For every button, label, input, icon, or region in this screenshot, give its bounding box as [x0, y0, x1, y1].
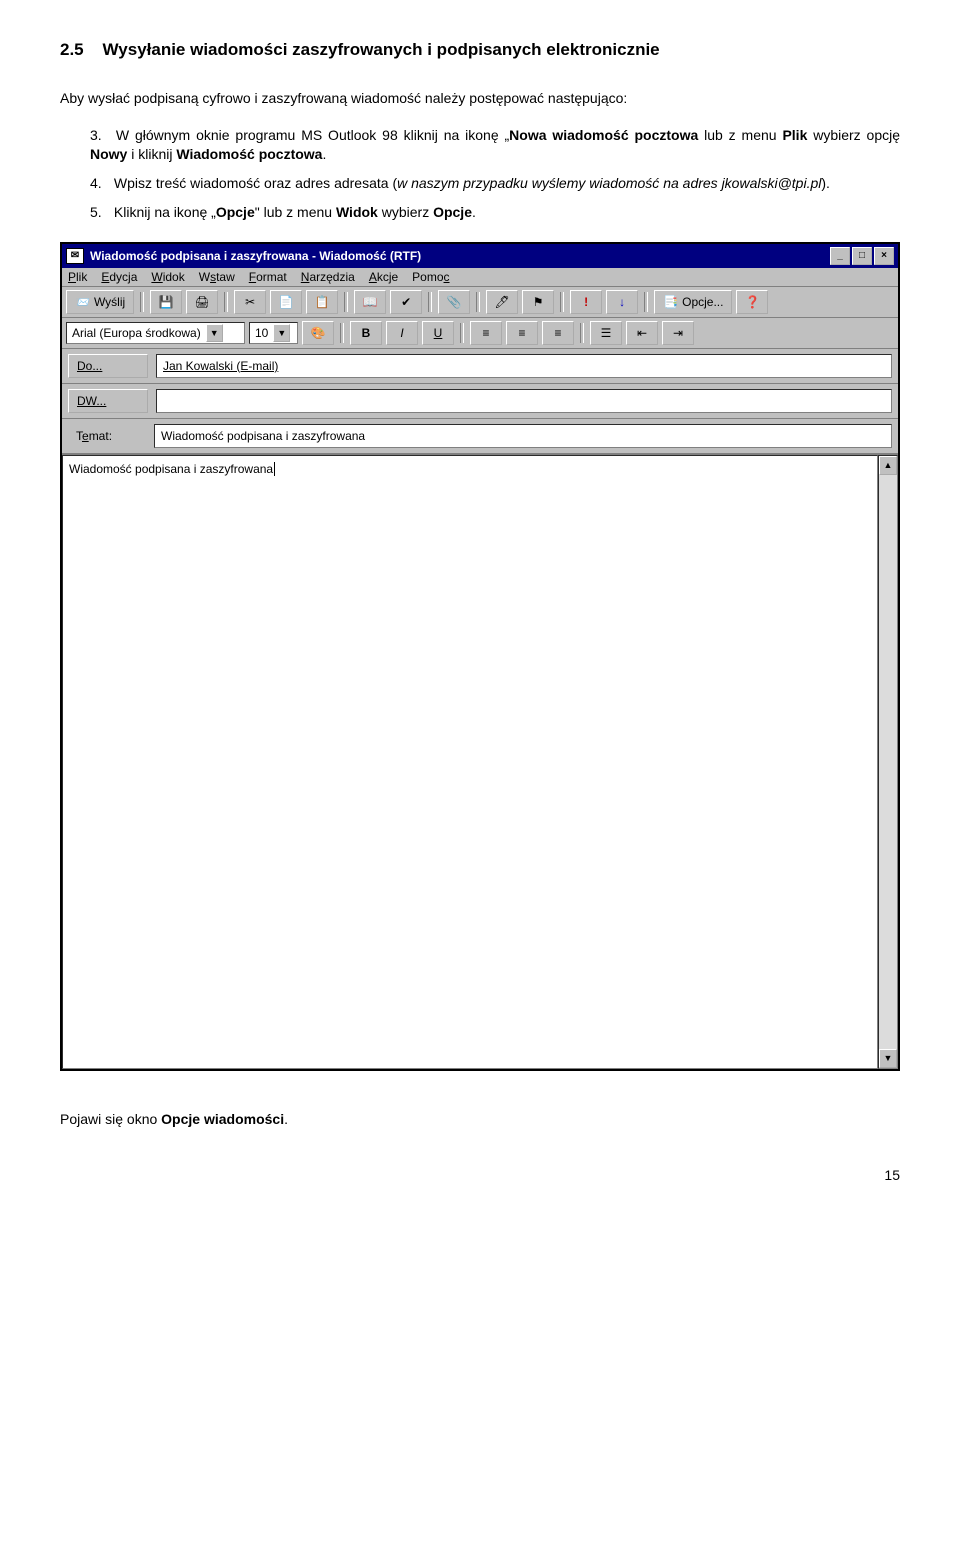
font-size-combo[interactable]: 10 ▼ — [249, 322, 298, 344]
menu-wstaw[interactable]: Wstaw — [199, 270, 235, 284]
section-heading: 2.5 Wysyłanie wiadomości zaszyfrowanych … — [60, 40, 900, 60]
toolbar-separator — [140, 292, 144, 312]
step-4: 4. Wpisz treść wiadomość oraz adres adre… — [90, 174, 900, 193]
to-field-row: Do... Jan Kowalski (E-mail) — [62, 349, 898, 384]
paste-button[interactable]: 📋 — [306, 290, 338, 314]
maximize-button[interactable]: □ — [852, 247, 872, 265]
cc-field-row: DW... — [62, 384, 898, 419]
importance-high-button[interactable]: ! — [570, 290, 602, 314]
importance-low-button[interactable]: ↓ — [606, 290, 638, 314]
page-number: 15 — [60, 1167, 900, 1183]
menu-akcje[interactable]: Akcje — [369, 270, 398, 284]
toolbar-separator — [344, 292, 348, 312]
step-number: 5. — [90, 203, 110, 222]
cut-button[interactable]: ✂ — [234, 290, 266, 314]
step-number: 4. — [90, 174, 110, 193]
envelope-icon: ✉ — [66, 248, 84, 264]
copy-button[interactable]: 📄 — [270, 290, 302, 314]
vertical-scrollbar[interactable]: ▲ ▼ — [878, 455, 898, 1069]
underline-button[interactable]: U — [422, 321, 454, 345]
window-titlebar[interactable]: ✉ Wiadomość podpisana i zaszyfrowana - W… — [62, 244, 898, 268]
address-book-button[interactable]: 📖 — [354, 290, 386, 314]
dropdown-icon[interactable]: ▼ — [206, 324, 223, 342]
increase-indent-button[interactable]: ⇥ — [662, 321, 694, 345]
cc-button[interactable]: DW... — [68, 389, 148, 413]
intro-paragraph: Aby wysłać podpisaną cyfrowo i zaszyfrow… — [60, 90, 900, 106]
bold-button[interactable]: B — [350, 321, 382, 345]
to-button[interactable]: Do... — [68, 354, 148, 378]
scroll-up-button[interactable]: ▲ — [879, 456, 897, 475]
message-body-container: Wiadomość podpisana i zaszyfrowana ▲ ▼ — [62, 454, 898, 1069]
toolbar-separator — [560, 292, 564, 312]
toolbar-separator — [580, 323, 584, 343]
menu-edycja[interactable]: Edycja — [101, 270, 137, 284]
closing-paragraph: Pojawi się okno Opcje wiadomości. — [60, 1111, 900, 1127]
menu-format[interactable]: Format — [249, 270, 287, 284]
font-name-combo[interactable]: Arial (Europa środkowa) ▼ — [66, 322, 245, 344]
italic-button[interactable]: I — [386, 321, 418, 345]
message-body-editor[interactable]: Wiadomość podpisana i zaszyfrowana — [62, 455, 878, 1069]
toolbar-separator — [340, 323, 344, 343]
decrease-indent-button[interactable]: ⇤ — [626, 321, 658, 345]
print-button[interactable]: 🖨 — [186, 290, 218, 314]
text-caret — [274, 462, 275, 476]
toolbar-separator — [460, 323, 464, 343]
section-title-text: Wysyłanie wiadomości zaszyfrowanych i po… — [103, 40, 660, 59]
menu-widok[interactable]: Widok — [151, 270, 184, 284]
menu-pomoc[interactable]: Pomoc — [412, 270, 449, 284]
menu-bar: Plik Edycja Widok Wstaw Format Narzędzia… — [62, 268, 898, 287]
send-button[interactable]: 📨 Wyślij — [66, 290, 134, 314]
font-color-button[interactable]: 🎨 — [302, 321, 334, 345]
align-right-button[interactable]: ≡ — [542, 321, 574, 345]
check-names-button[interactable]: ✔ — [390, 290, 422, 314]
toolbar-separator — [224, 292, 228, 312]
subject-field-row: Temat: Wiadomość podpisana i zaszyfrowan… — [62, 419, 898, 454]
outlook-new-message-window: ✉ Wiadomość podpisana i zaszyfrowana - W… — [60, 242, 900, 1071]
close-button[interactable]: × — [874, 247, 894, 265]
scroll-down-button[interactable]: ▼ — [879, 1049, 897, 1068]
bullets-button[interactable]: ☰ — [590, 321, 622, 345]
window-title: Wiadomość podpisana i zaszyfrowana - Wia… — [90, 249, 421, 263]
flag-button[interactable]: ⚑ — [522, 290, 554, 314]
to-input[interactable]: Jan Kowalski (E-mail) — [156, 354, 892, 378]
formatting-toolbar: Arial (Europa środkowa) ▼ 10 ▼ 🎨 B I U ≡… — [62, 318, 898, 349]
align-center-button[interactable]: ≡ — [506, 321, 538, 345]
align-left-button[interactable]: ≡ — [470, 321, 502, 345]
subject-label: Temat: — [68, 429, 146, 443]
standard-toolbar: 📨 Wyślij 💾 🖨 ✂ 📄 📋 📖 ✔ 📎 🖊 ⚑ ! ↓ 📑 Opcje… — [62, 287, 898, 318]
save-button[interactable]: 💾 — [150, 290, 182, 314]
cc-input[interactable] — [156, 389, 892, 413]
instruction-list: 3. W głównym oknie programu MS Outlook 9… — [60, 126, 900, 222]
signature-button[interactable]: 🖊 — [486, 290, 518, 314]
options-button[interactable]: 📑 Opcje... — [654, 290, 732, 314]
subject-input[interactable]: Wiadomość podpisana i zaszyfrowana — [154, 424, 892, 448]
toolbar-separator — [476, 292, 480, 312]
section-number: 2.5 — [60, 40, 84, 59]
minimize-button[interactable]: _ — [830, 247, 850, 265]
step-5: 5. Kliknij na ikonę „Opcje" lub z menu W… — [90, 203, 900, 222]
menu-plik[interactable]: Plik — [68, 270, 87, 284]
toolbar-separator — [644, 292, 648, 312]
toolbar-separator — [428, 292, 432, 312]
step-3: 3. W głównym oknie programu MS Outlook 9… — [90, 126, 900, 164]
menu-narzedzia[interactable]: Narzędzia — [301, 270, 355, 284]
step-number: 3. — [90, 126, 110, 145]
attach-file-button[interactable]: 📎 — [438, 290, 470, 314]
dropdown-icon[interactable]: ▼ — [273, 324, 290, 342]
help-button[interactable]: ❓ — [736, 290, 768, 314]
